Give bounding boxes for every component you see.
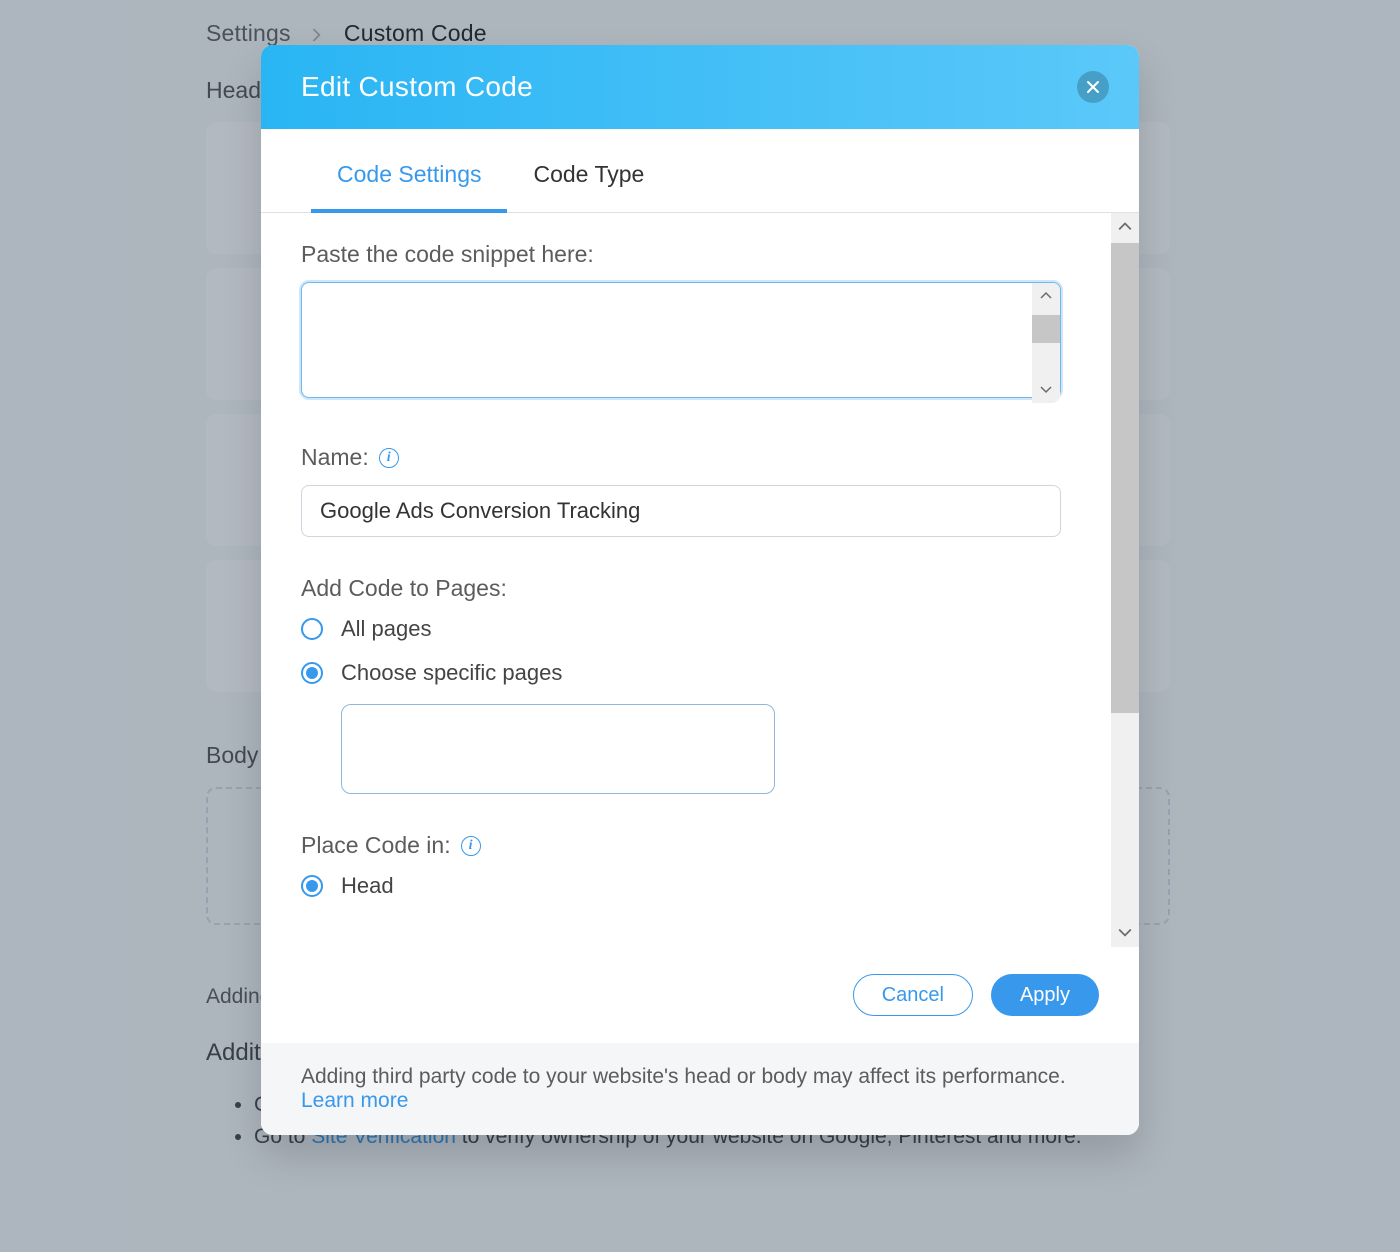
chevron-up-icon[interactable] xyxy=(1111,213,1139,241)
modal-scrim: Edit Custom Code Code Settings Code Type… xyxy=(0,0,1400,1252)
modal-hint: Adding third party code to your website'… xyxy=(261,1043,1139,1135)
modal-scrollbar[interactable] xyxy=(1111,213,1139,947)
radio-label: Choose specific pages xyxy=(341,660,562,686)
radio-label: Head xyxy=(341,873,394,899)
specific-pages-input[interactable] xyxy=(341,704,775,794)
radio-all-pages[interactable]: All pages xyxy=(301,616,1071,642)
name-field[interactable] xyxy=(301,485,1061,537)
edit-custom-code-modal: Edit Custom Code Code Settings Code Type… xyxy=(261,45,1139,1135)
textarea-scrollbar[interactable] xyxy=(1032,283,1060,403)
tab-code-settings[interactable]: Code Settings xyxy=(311,137,507,212)
close-icon[interactable] xyxy=(1077,71,1109,103)
info-icon[interactable]: i xyxy=(379,448,399,468)
radio-icon xyxy=(301,618,323,640)
tab-code-type[interactable]: Code Type xyxy=(507,137,670,212)
place-code-in-label: Place Code in: xyxy=(301,832,451,859)
modal-title: Edit Custom Code xyxy=(301,71,533,103)
chevron-down-icon[interactable] xyxy=(1111,919,1139,947)
radio-icon xyxy=(301,662,323,684)
add-code-to-pages-label: Add Code to Pages: xyxy=(301,575,1071,602)
radio-place-head[interactable]: Head xyxy=(301,873,1071,899)
radio-choose-specific-pages[interactable]: Choose specific pages xyxy=(301,660,1071,686)
cancel-button[interactable]: Cancel xyxy=(853,974,973,1016)
chevron-up-icon[interactable] xyxy=(1032,283,1060,309)
info-icon[interactable]: i xyxy=(461,836,481,856)
chevron-down-icon[interactable] xyxy=(1032,377,1060,403)
code-snippet-label: Paste the code snippet here: xyxy=(301,241,1071,268)
radio-label: All pages xyxy=(341,616,432,642)
radio-icon xyxy=(301,875,323,897)
apply-button[interactable]: Apply xyxy=(991,974,1099,1016)
code-snippet-input[interactable] xyxy=(301,282,1061,398)
name-label: Name: xyxy=(301,444,369,471)
modal-tabs: Code Settings Code Type xyxy=(261,129,1139,213)
learn-more-link[interactable]: Learn more xyxy=(301,1089,408,1112)
scrollbar-thumb[interactable] xyxy=(1111,243,1139,713)
